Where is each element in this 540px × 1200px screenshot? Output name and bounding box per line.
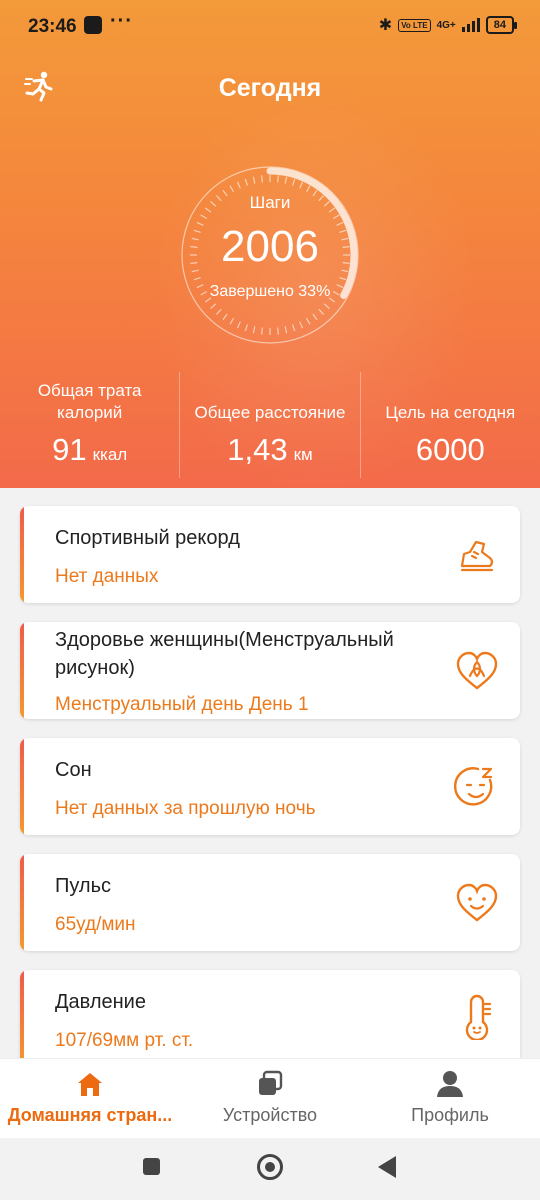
health-cards-list[interactable]: Спортивный рекорд Нет данных Здоровье же…: [0, 488, 540, 1060]
stat-value: 6000: [361, 432, 540, 468]
network-type: 4G+: [436, 19, 456, 31]
heart-face-icon: [456, 883, 498, 922]
stat-goal[interactable]: Цель на сегодня 6000: [359, 372, 540, 478]
nav-label: Домашняя стран...: [7, 1105, 173, 1125]
stat-unit: ккал: [92, 445, 128, 464]
card-pressure[interactable]: Давление 107/69мм рт. ст.: [20, 970, 520, 1060]
status-bar: 23:46 ··· ✱ Vo LTE 4G+ 84: [0, 0, 540, 52]
notification-icon: [84, 16, 102, 34]
card-title: Сон: [55, 759, 92, 781]
card-accent-bar: [20, 854, 24, 951]
steps-value: 2006: [221, 222, 319, 271]
stat-label: Общая трата калорий: [37, 381, 142, 422]
card-sleep[interactable]: Сон Нет данных за прошлую ночь: [20, 738, 520, 835]
stat-value: 1,43 км: [180, 432, 359, 468]
card-sport-record[interactable]: Спортивный рекорд Нет данных: [20, 506, 520, 603]
system-navigation-bar: [0, 1138, 540, 1200]
home-button[interactable]: [257, 1154, 283, 1180]
stat-number: 1,43: [227, 432, 288, 467]
home-icon: [78, 1073, 102, 1096]
page-title: Сегодня: [218, 74, 322, 102]
recents-button[interactable]: [143, 1158, 160, 1175]
bottom-navigation: Домашняя стран... Устройство Профиль: [0, 1058, 540, 1138]
card-title: Пульс: [55, 875, 112, 897]
nav-device[interactable]: Устройство: [180, 1069, 360, 1126]
stat-label: Цель на сегодня: [385, 403, 516, 422]
stat-unit: км: [293, 445, 313, 464]
stat-value: 91 ккал: [0, 432, 179, 468]
more-notifications-icon: ···: [110, 10, 133, 32]
card-subtitle: 65уд/мин: [55, 914, 136, 935]
card-accent-bar: [20, 738, 24, 835]
card-pulse[interactable]: Пульс 65уд/мин: [20, 854, 520, 951]
steps-label: Шаги: [249, 193, 291, 212]
signal-icon: [461, 18, 480, 32]
card-subtitle: Менструальный день День 1: [55, 694, 309, 715]
stat-distance: Общее расстояние 1,43 км: [179, 372, 359, 478]
status-icons: ✱ Vo LTE 4G+ 84: [378, 15, 518, 35]
volte-badge: Vo LTE: [398, 18, 431, 32]
nav-label: Устройство: [222, 1105, 318, 1125]
card-accent-bar: [20, 970, 24, 1060]
card-title: Давление: [55, 991, 146, 1013]
nav-profile[interactable]: Профиль: [360, 1069, 540, 1126]
nav-label: Профиль: [411, 1105, 489, 1125]
status-time: 23:46: [28, 16, 77, 37]
battery-icon: 84: [485, 16, 518, 34]
device-icon: [259, 1070, 283, 1095]
card-subtitle: 107/69мм рт. ст.: [55, 1030, 194, 1051]
steps-progress: Завершено 33%: [209, 283, 331, 300]
stat-number: 6000: [415, 432, 485, 467]
profile-icon: [437, 1071, 463, 1097]
card-accent-bar: [20, 622, 24, 719]
back-button[interactable]: [378, 1156, 396, 1178]
bluetooth-icon: ✱: [378, 17, 393, 34]
stat-number: 91: [52, 432, 87, 467]
card-title: Спортивный рекорд: [55, 527, 240, 549]
battery-level: 84: [493, 19, 506, 31]
card-subtitle: Нет данных: [55, 566, 159, 587]
card-subtitle: Нет данных за прошлую ночь: [55, 798, 316, 819]
stat-label: Общее расстояние: [194, 403, 346, 422]
card-accent-bar: [20, 506, 24, 603]
shoe-icon: [460, 540, 494, 572]
card-women-health[interactable]: Здоровье женщины(Менструальный рисунок) …: [20, 622, 520, 719]
thermometer-face-icon: [465, 994, 492, 1040]
sleep-face-icon: [454, 767, 493, 806]
nav-home[interactable]: Домашняя стран...: [0, 1069, 180, 1126]
card-title: Здоровье женщины(Менструальный рисунок): [55, 629, 394, 679]
heart-ribbon-icon: [456, 651, 498, 690]
stat-calories: Общая трата калорий 91 ккал: [0, 372, 179, 478]
daily-stats: Общая трата калорий 91 ккал Общее расстоя…: [0, 372, 540, 478]
